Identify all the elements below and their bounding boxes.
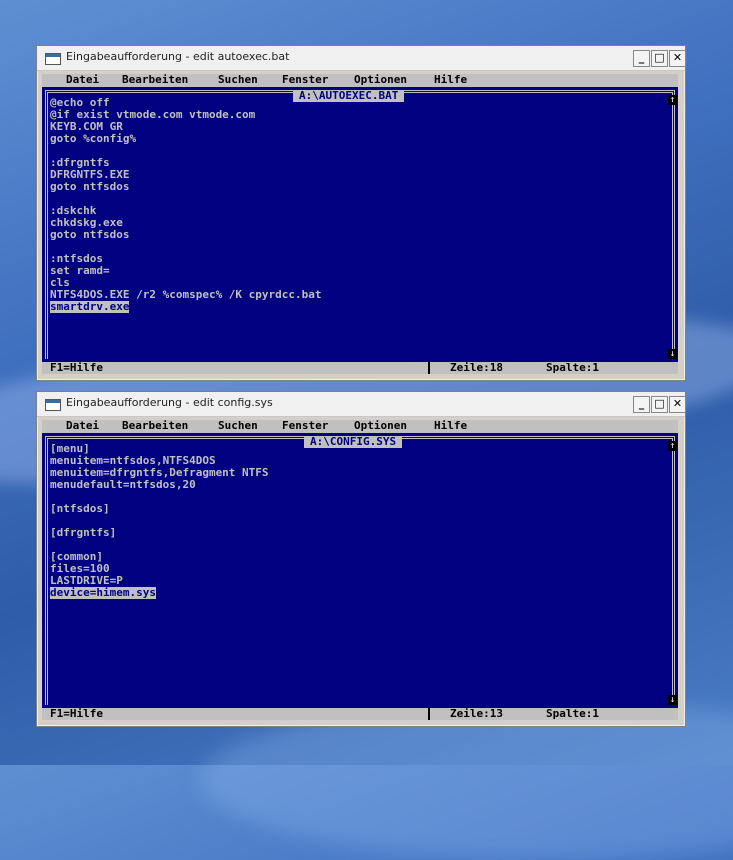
console-area[interactable]: Datei Bearbeiten Suchen Fenster Optionen… [42,420,678,720]
scroll-down-arrow-icon[interactable]: ↓ [668,695,677,705]
close-button[interactable]: ✕ [669,50,686,67]
code-line: [dfrgntfs] [50,526,117,539]
status-line: Zeile:18 [450,361,503,374]
scroll-down-arrow-icon[interactable]: ↓ [668,349,677,359]
status-help: F1=Hilfe [50,707,103,720]
title-bar[interactable]: Eingabeaufforderung - edit config.sys _ … [37,392,686,417]
scroll-up-arrow-icon[interactable]: ↑ [668,95,677,105]
status-separator [428,708,430,720]
vertical-scrollbar[interactable]: ↑ ↓ [668,95,677,359]
menu-fenster[interactable]: Fenster [282,420,328,432]
code-line: goto ntfsdos [50,180,130,193]
maximize-button[interactable]: □ [651,50,668,67]
menu-bearbeiten[interactable]: Bearbeiten [122,74,188,86]
code-line: goto ntfsdos [50,228,130,241]
menu-datei[interactable]: Datei [66,420,99,432]
menu-bar: Datei Bearbeiten Suchen Fenster Optionen… [42,74,678,86]
title-bar[interactable]: Eingabeaufforderung - edit autoexec.bat … [37,46,686,71]
scroll-up-arrow-icon[interactable]: ↑ [668,441,677,451]
status-column: Spalte:1 [546,707,599,720]
code-line-selected: device=himem.sys [50,586,156,599]
status-bar: F1=Hilfe Zeile:13 Spalte:1 [42,708,678,720]
status-line: Zeile:13 [450,707,503,720]
menu-suchen[interactable]: Suchen [218,74,258,86]
edit-window-autoexec[interactable]: Eingabeaufforderung - edit autoexec.bat … [36,45,686,381]
minimize-button[interactable]: _ [633,396,650,413]
status-help: F1=Hilfe [50,361,103,374]
file-content[interactable]: @echo off @if exist vtmode.com vtmode.co… [50,97,322,313]
menu-bearbeiten[interactable]: Bearbeiten [122,420,188,432]
vertical-scrollbar[interactable]: ↑ ↓ [668,441,677,705]
status-separator [428,362,430,374]
code-line: menudefault=ntfsdos,20 [50,478,196,491]
menu-optionen[interactable]: Optionen [354,420,407,432]
editor-text-area[interactable]: A:\CONFIG.SYS ↑ ↓ [menu] menuitem=ntfsdo… [42,433,678,708]
status-column: Spalte:1 [546,361,599,374]
status-bar: F1=Hilfe Zeile:18 Spalte:1 [42,362,678,374]
menu-fenster[interactable]: Fenster [282,74,328,86]
menu-hilfe[interactable]: Hilfe [434,420,467,432]
code-line: set ramd= [50,264,110,277]
maximize-button[interactable]: □ [651,396,668,413]
editor-text-area[interactable]: A:\AUTOEXEC.BAT ↑ ↓ @echo off @if exist … [42,87,678,362]
code-line-selected: smartdrv.exe [50,300,130,313]
file-content[interactable]: [menu] menuitem=ntfsdos,NTFS4DOS menuite… [50,443,269,599]
menu-optionen[interactable]: Optionen [354,74,407,86]
console-icon [45,53,61,65]
minimize-button[interactable]: _ [633,50,650,67]
menu-suchen[interactable]: Suchen [218,420,258,432]
menu-hilfe[interactable]: Hilfe [434,74,467,86]
console-icon [45,399,61,411]
window-title: Eingabeaufforderung - edit config.sys [66,396,273,409]
menu-datei[interactable]: Datei [66,74,99,86]
close-button[interactable]: ✕ [669,396,686,413]
edit-window-config[interactable]: Eingabeaufforderung - edit config.sys _ … [36,391,686,727]
code-line: goto %config% [50,132,137,145]
menu-bar: Datei Bearbeiten Suchen Fenster Optionen… [42,420,678,432]
console-area[interactable]: Datei Bearbeiten Suchen Fenster Optionen… [42,74,678,374]
file-name-label: A:\CONFIG.SYS [304,436,403,448]
window-title: Eingabeaufforderung - edit autoexec.bat [66,50,290,63]
code-line: [ntfsdos] [50,502,110,515]
